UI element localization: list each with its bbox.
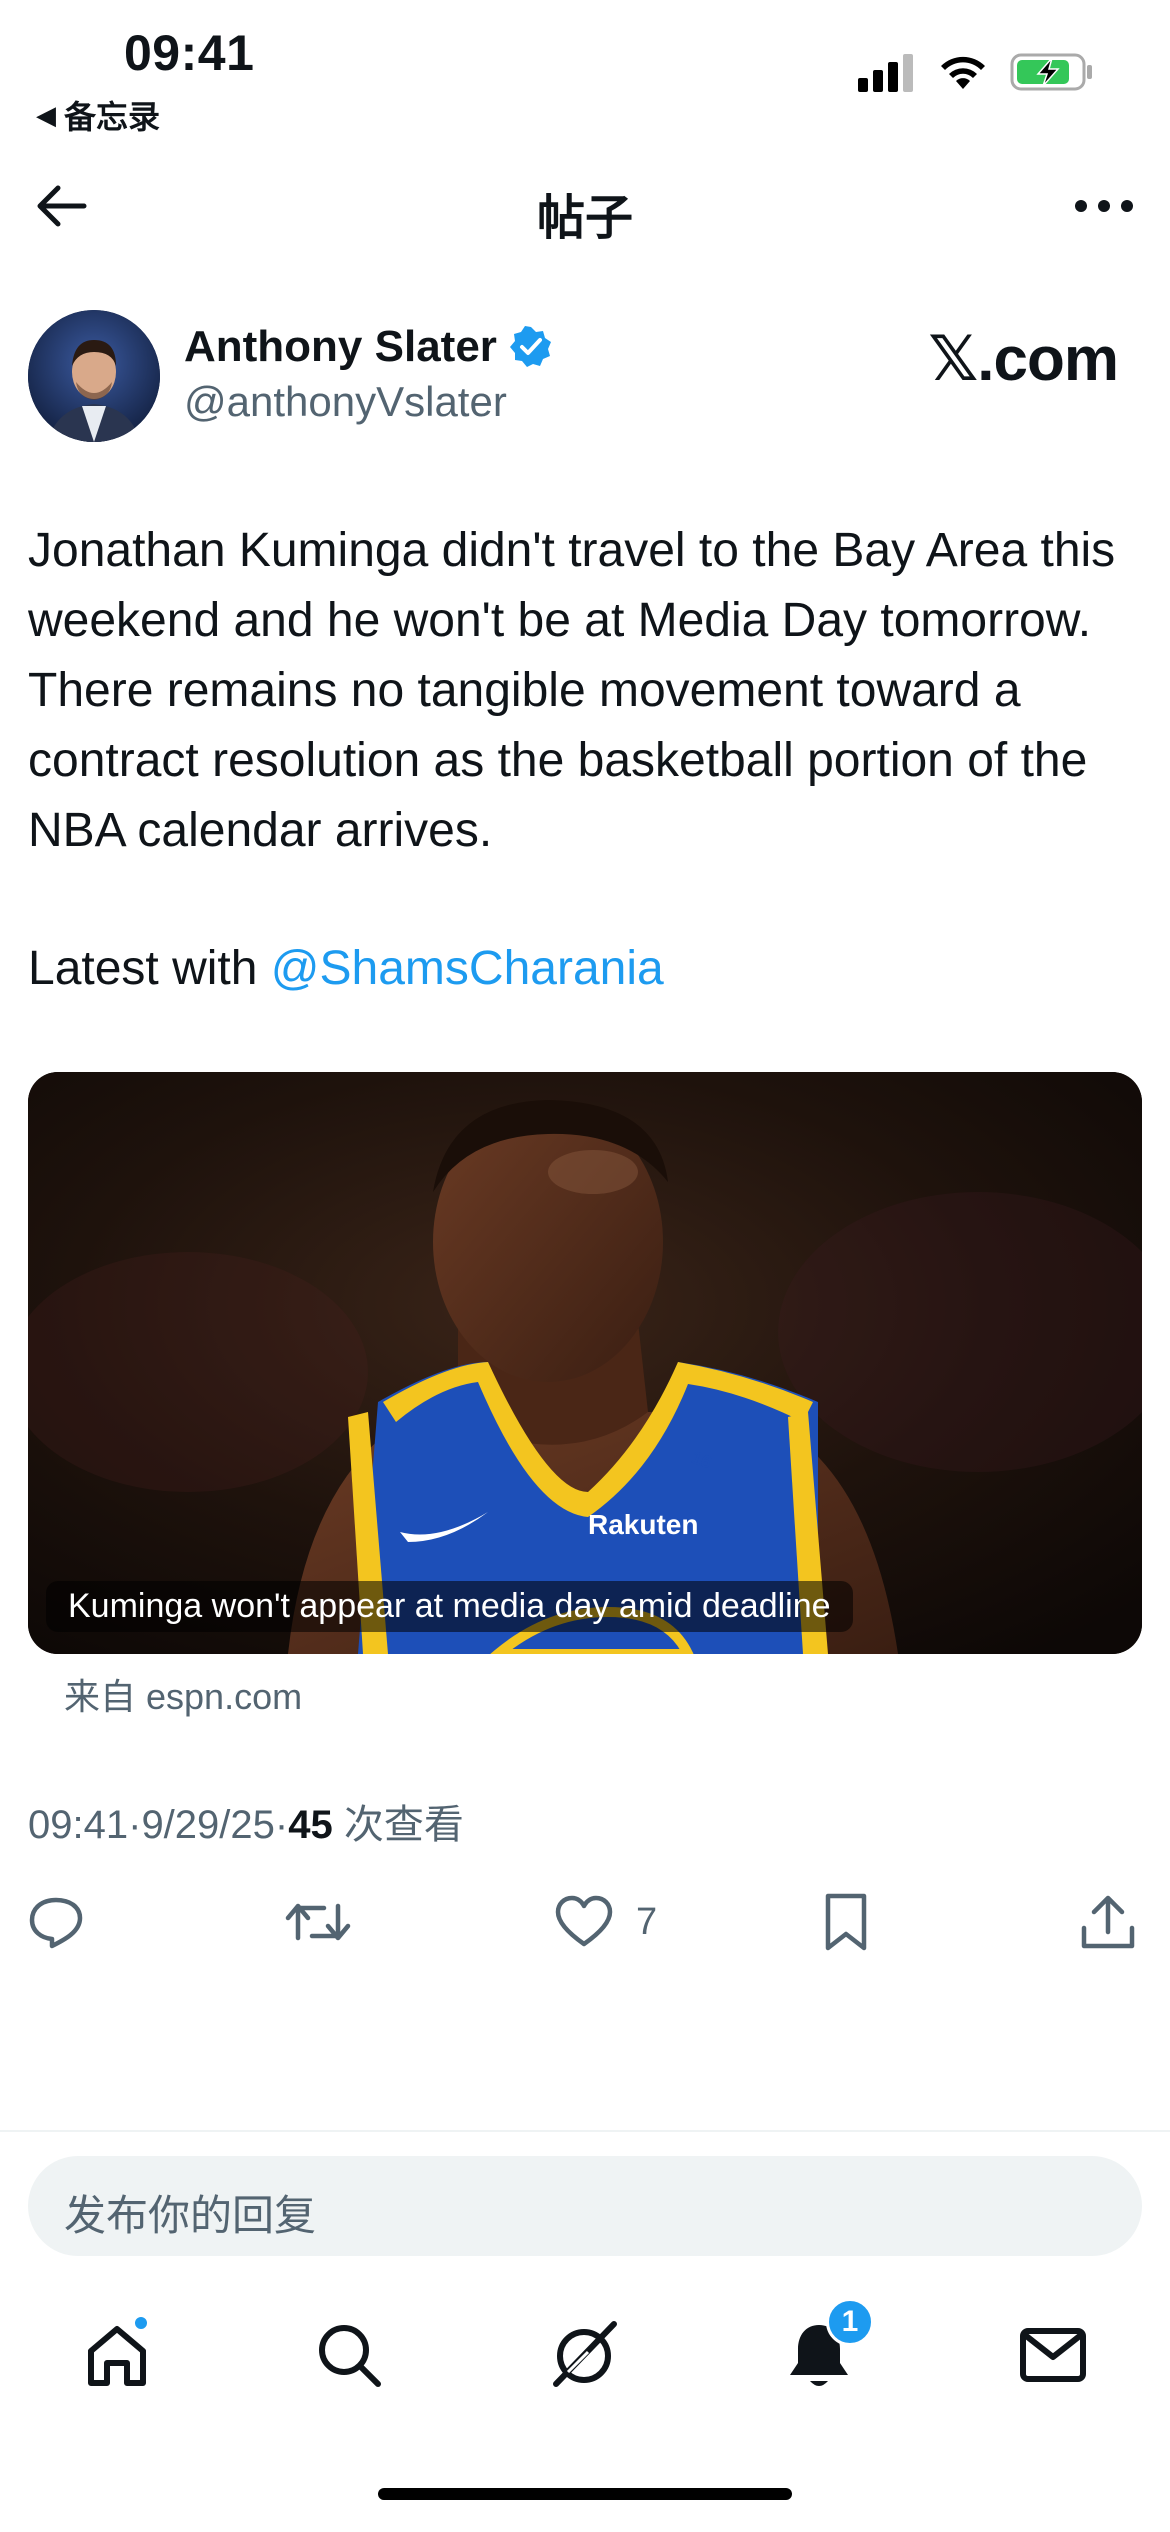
notifications-badge: 1 (826, 2298, 874, 2346)
meta-separator: · (274, 1803, 289, 1847)
battery-charging-icon (1010, 53, 1092, 91)
jersey-sponsor-text: Rakuten (588, 1509, 698, 1540)
link-card[interactable]: Rakuten 16 Kuminga won't appear at media… (28, 1072, 1142, 1654)
home-indicator[interactable] (378, 2488, 792, 2500)
share-icon (1081, 1895, 1135, 1949)
card-image: Rakuten 16 (28, 1072, 1142, 1654)
card-caption: Kuminga won't appear at media day amid d… (46, 1581, 853, 1632)
like-icon (555, 1895, 613, 1947)
reply-input[interactable]: 发布你的回复 (28, 2156, 1142, 2256)
page-title: 帖子 (536, 192, 633, 245)
tab-search[interactable] (304, 2310, 394, 2400)
avatar-photo (28, 310, 160, 442)
wifi-icon (941, 56, 985, 89)
post-actions: 7 (28, 1882, 1142, 1962)
share-button[interactable] (1080, 1882, 1136, 1962)
reply-button[interactable] (28, 1882, 84, 1962)
mail-icon (1020, 2328, 1086, 2382)
tab-home[interactable] (72, 2310, 162, 2400)
status-icons (858, 52, 1094, 92)
x-com-logo: 𝕏.com (928, 325, 1119, 394)
meta-separator: · (128, 1803, 142, 1847)
reply-placeholder: 发布你的回复 (64, 2192, 317, 2239)
more-options-button[interactable] (1066, 178, 1142, 234)
tab-bar: 1 (0, 2298, 1170, 2410)
verified-badge-icon (509, 326, 551, 367)
nav-bar: 帖子 (0, 160, 1170, 252)
more-horizontal-icon (1075, 200, 1133, 212)
post-date: 9/29/25 (141, 1803, 275, 1847)
post-latest-line: Latest with @ShamsCharania (28, 934, 664, 1004)
divider (0, 2130, 1170, 2132)
views-count: 45 (288, 1803, 333, 1847)
status-time: 09:41 (124, 25, 255, 81)
back-app-label: 备忘录 (64, 99, 161, 135)
bookmark-icon (825, 1893, 867, 1951)
latest-prefix: Latest with (28, 942, 271, 995)
author-handle[interactable]: @anthonyVslater (184, 378, 507, 426)
cellular-signal-icon (858, 54, 913, 92)
tab-grok[interactable] (540, 2310, 630, 2400)
bookmark-button[interactable] (822, 1882, 870, 1962)
post-text: Jonathan Kuminga didn't travel to the Ba… (28, 524, 1116, 857)
back-triangle-icon: ◀ (36, 99, 56, 130)
grok-icon (553, 2321, 617, 2387)
post-time: 09:41 (28, 1803, 129, 1847)
tab-messages[interactable] (1008, 2310, 1098, 2400)
repost-icon (285, 1903, 351, 1941)
repost-button[interactable] (284, 1882, 352, 1962)
tab-notifications[interactable]: 1 (774, 2298, 874, 2400)
card-source-link[interactable]: 来自 espn.com (64, 1668, 302, 1720)
like-count: 7 (636, 1900, 658, 1943)
search-icon (319, 2325, 381, 2387)
author-avatar[interactable] (28, 310, 160, 442)
like-button[interactable]: 7 (554, 1882, 657, 1962)
author-name[interactable]: Anthony Slater (184, 322, 553, 372)
post-meta: 09:41 · 9/29/25 · 45 次查看 (28, 1792, 464, 1850)
back-to-app-link[interactable]: ◀ 备忘录 (36, 92, 160, 138)
reply-icon (29, 1897, 83, 1949)
author-name-text: Anthony Slater (184, 322, 497, 371)
home-new-dot (132, 2314, 150, 2332)
mention-link[interactable]: @ShamsCharania (271, 942, 664, 995)
views-label: 次查看 (343, 1803, 464, 1847)
